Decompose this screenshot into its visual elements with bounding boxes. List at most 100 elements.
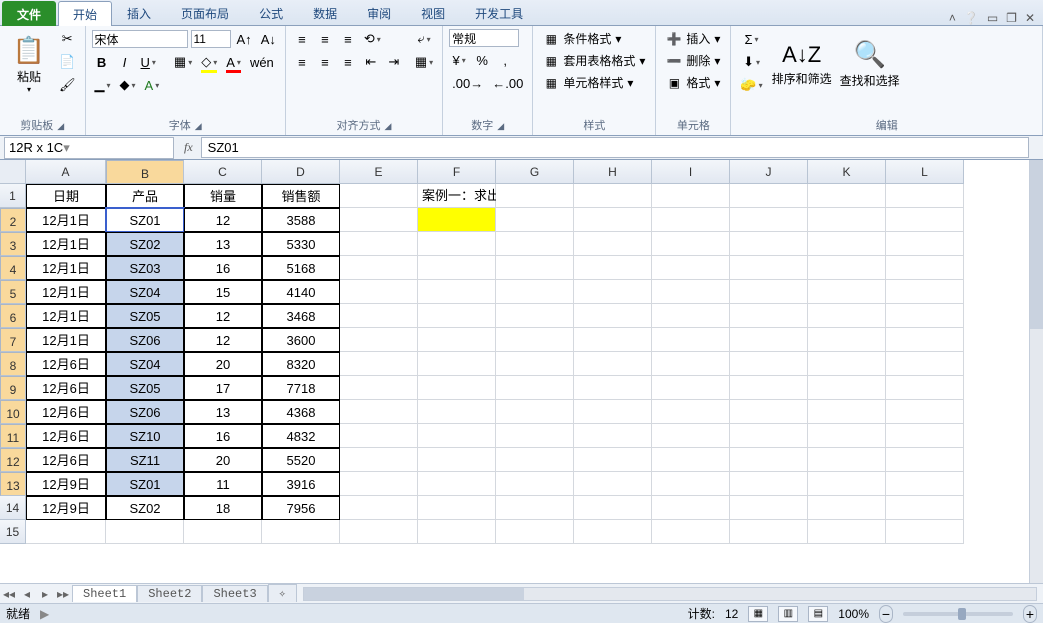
cell-B3[interactable]: SZ02	[106, 232, 184, 256]
cell-H1[interactable]	[574, 184, 652, 208]
border-button[interactable]: ▦	[171, 52, 195, 72]
cell-D7[interactable]: 3600	[262, 328, 340, 352]
delete-cells-button[interactable]: ➖删除 ▾	[662, 51, 724, 70]
cell-G10[interactable]	[496, 400, 574, 424]
cell-G5[interactable]	[496, 280, 574, 304]
cell-C13[interactable]: 11	[184, 472, 262, 496]
cell-A2[interactable]: 12月1日	[26, 208, 106, 232]
align-top-button[interactable]: ≡	[292, 29, 312, 49]
tab-dev[interactable]: 开发工具	[460, 0, 538, 25]
cell-A7[interactable]: 12月1日	[26, 328, 106, 352]
cell-A15[interactable]	[26, 520, 106, 544]
cell-A8[interactable]: 12月6日	[26, 352, 106, 376]
cell-K1[interactable]	[808, 184, 886, 208]
cell-J14[interactable]	[730, 496, 808, 520]
cell-B8[interactable]: SZ04	[106, 352, 184, 376]
cell-J4[interactable]	[730, 256, 808, 280]
decrease-font-button[interactable]: A↓	[258, 29, 279, 49]
cell-H8[interactable]	[574, 352, 652, 376]
view-pagebreak-button[interactable]: ▤	[808, 606, 828, 622]
cell-I14[interactable]	[652, 496, 730, 520]
table-format-button[interactable]: ▦套用表格格式 ▾	[539, 51, 649, 70]
vertical-scrollbar[interactable]	[1029, 160, 1043, 583]
tab-home[interactable]: 开始	[58, 1, 112, 26]
cell-G3[interactable]	[496, 232, 574, 256]
cell-F5[interactable]	[418, 280, 496, 304]
cell-D5[interactable]: 4140	[262, 280, 340, 304]
cell-H13[interactable]	[574, 472, 652, 496]
cell-I7[interactable]	[652, 328, 730, 352]
cell-K10[interactable]	[808, 400, 886, 424]
row-header-11[interactable]: 11	[0, 424, 26, 448]
cell-A4[interactable]: 12月1日	[26, 256, 106, 280]
cell-D6[interactable]: 3468	[262, 304, 340, 328]
cell-H6[interactable]	[574, 304, 652, 328]
cell-G11[interactable]	[496, 424, 574, 448]
formula-input[interactable]: SZ01	[201, 137, 1029, 158]
minimize-ribbon-icon[interactable]: ˄	[949, 11, 956, 25]
cell-G13[interactable]	[496, 472, 574, 496]
cell-F3[interactable]	[418, 232, 496, 256]
cell-L14[interactable]	[886, 496, 964, 520]
cell-D4[interactable]: 5168	[262, 256, 340, 280]
tab-formulas[interactable]: 公式	[244, 0, 298, 25]
cell-D3[interactable]: 5330	[262, 232, 340, 256]
conditional-format-button[interactable]: ▦条件格式 ▾	[539, 29, 649, 48]
cell-K12[interactable]	[808, 448, 886, 472]
cell-E5[interactable]	[340, 280, 418, 304]
cell-A5[interactable]: 12月1日	[26, 280, 106, 304]
clear-button[interactable]: 🧽	[737, 75, 765, 95]
phonetic-button[interactable]: wén	[247, 52, 277, 72]
cell-B12[interactable]: SZ11	[106, 448, 184, 472]
cell-E14[interactable]	[340, 496, 418, 520]
cell-L13[interactable]	[886, 472, 964, 496]
row-header-13[interactable]: 13	[0, 472, 26, 496]
cell-J8[interactable]	[730, 352, 808, 376]
row-header-6[interactable]: 6	[0, 304, 26, 328]
sheet-nav-next[interactable]: ▸	[36, 587, 54, 601]
cell-G7[interactable]	[496, 328, 574, 352]
view-layout-button[interactable]: ▥	[778, 606, 798, 622]
col-header-C[interactable]: C	[184, 160, 262, 184]
cell-C3[interactable]: 13	[184, 232, 262, 256]
cell-J12[interactable]	[730, 448, 808, 472]
cell-E10[interactable]	[340, 400, 418, 424]
col-header-H[interactable]: H	[574, 160, 652, 184]
row-header-12[interactable]: 12	[0, 448, 26, 472]
cell-D15[interactable]	[262, 520, 340, 544]
dialog-launcher-icon[interactable]: ◢	[497, 121, 504, 131]
cell-H3[interactable]	[574, 232, 652, 256]
cell-A14[interactable]: 12月9日	[26, 496, 106, 520]
sheet-tab-3[interactable]: Sheet3	[202, 585, 267, 602]
cell-F12[interactable]	[418, 448, 496, 472]
cell-A12[interactable]: 12月6日	[26, 448, 106, 472]
orientation-button[interactable]: ⟲	[361, 29, 384, 49]
autosum-button[interactable]: Σ	[737, 29, 765, 49]
border-bottom-button[interactable]: ▁	[92, 75, 114, 95]
cell-D14[interactable]: 7956	[262, 496, 340, 520]
col-header-D[interactable]: D	[262, 160, 340, 184]
row-header-15[interactable]: 15	[0, 520, 26, 544]
italic-button[interactable]: I	[115, 52, 135, 72]
cell-L7[interactable]	[886, 328, 964, 352]
cell-D9[interactable]: 7718	[262, 376, 340, 400]
find-select-button[interactable]: 🔍 查找和选择	[838, 29, 902, 99]
indent-inc-button[interactable]: ⇥	[384, 52, 404, 72]
restore-icon[interactable]: ❐	[1006, 11, 1017, 25]
cell-D10[interactable]: 4368	[262, 400, 340, 424]
fill-color-button[interactable]: ◇	[198, 52, 220, 72]
align-center-button[interactable]: ≡	[315, 52, 335, 72]
sheet-nav-last[interactable]: ▸▸	[54, 587, 72, 601]
increase-font-button[interactable]: A↑	[234, 29, 255, 49]
cell-F11[interactable]	[418, 424, 496, 448]
cell-E7[interactable]	[340, 328, 418, 352]
tab-layout[interactable]: 页面布局	[166, 0, 244, 25]
cell-C7[interactable]: 12	[184, 328, 262, 352]
cell-L1[interactable]	[886, 184, 964, 208]
cell-H11[interactable]	[574, 424, 652, 448]
macro-record-icon[interactable]: ▶	[40, 607, 49, 621]
row-header-5[interactable]: 5	[0, 280, 26, 304]
dialog-launcher-icon[interactable]: ◢	[57, 121, 64, 131]
cell-F6[interactable]	[418, 304, 496, 328]
cell-L4[interactable]	[886, 256, 964, 280]
